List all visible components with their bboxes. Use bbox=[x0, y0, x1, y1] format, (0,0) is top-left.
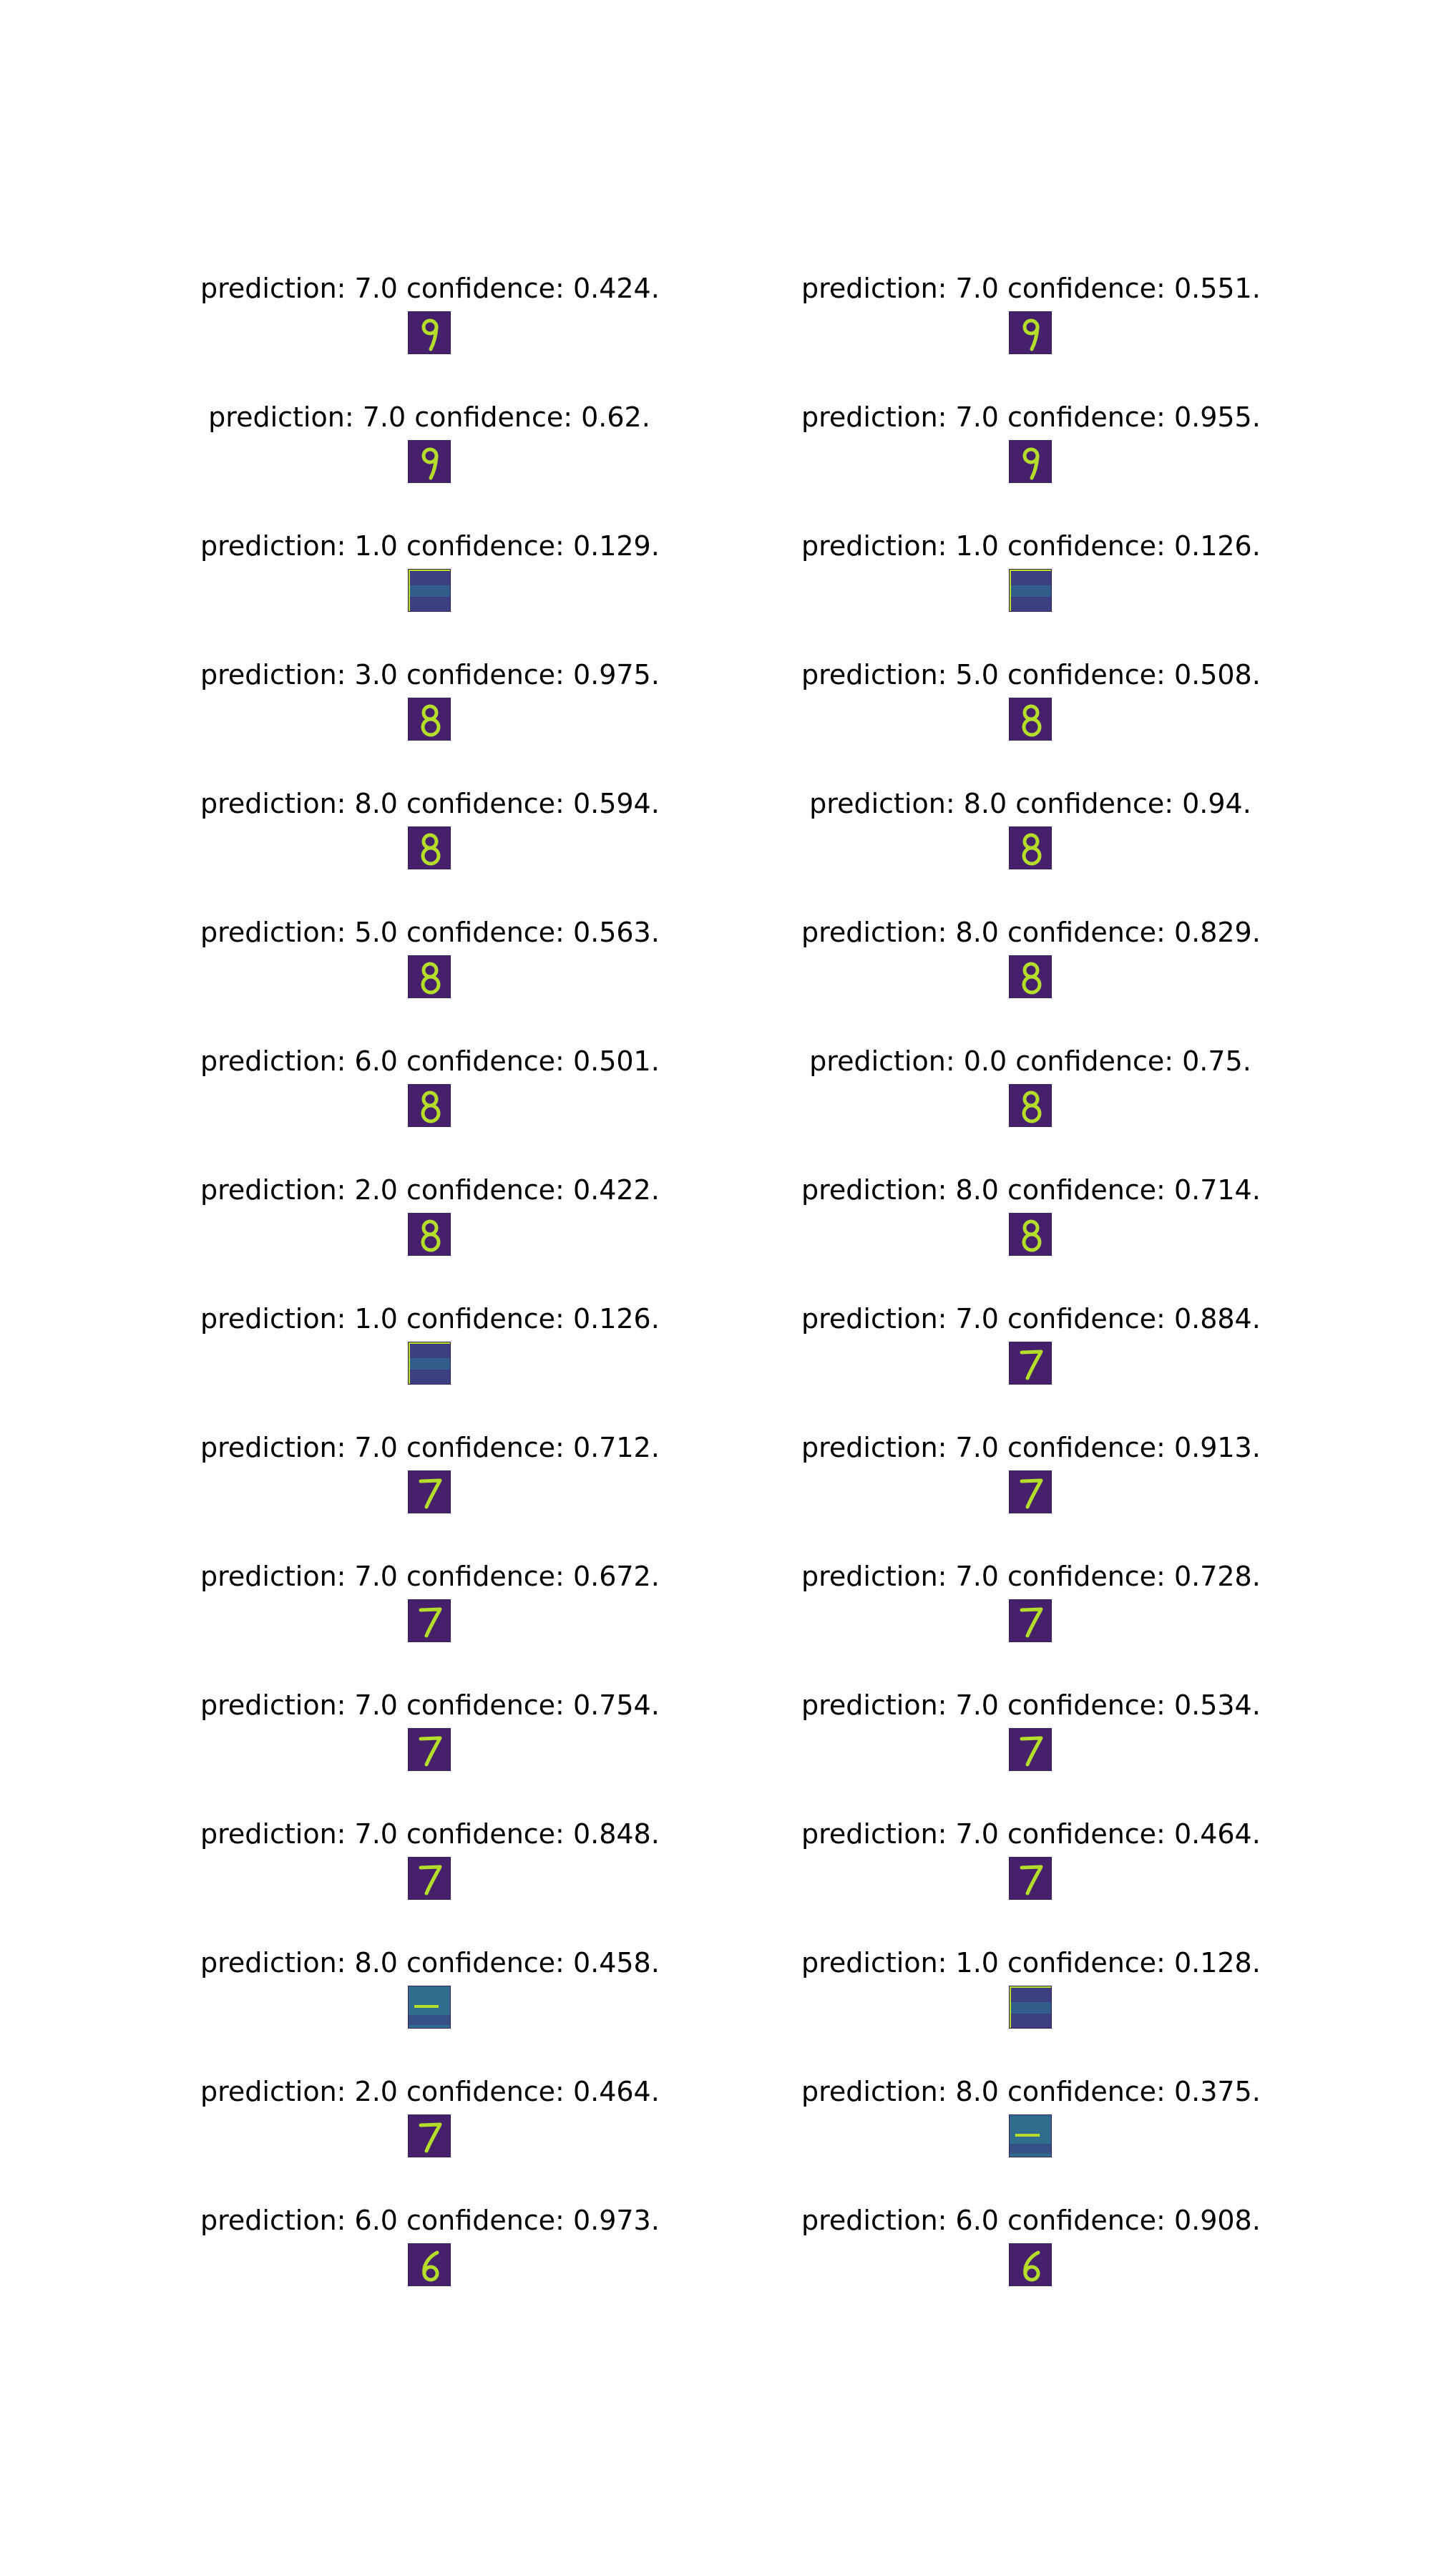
digit-image bbox=[1009, 1213, 1052, 1256]
digit-image bbox=[1009, 1599, 1052, 1642]
prediction-title: prediction: 7.0 confidence: 0.884. bbox=[801, 1303, 1261, 1335]
prediction-title: prediction: 8.0 confidence: 0.375. bbox=[801, 2076, 1261, 2107]
prediction-title: prediction: 8.0 confidence: 0.714. bbox=[801, 1174, 1261, 1206]
digit-image bbox=[1009, 698, 1052, 741]
prediction-panel: prediction: 1.0 confidence: 0.129. bbox=[200, 530, 660, 623]
prediction-panel: prediction: 3.0 confidence: 0.975. bbox=[200, 658, 660, 751]
digit-image bbox=[1009, 1342, 1052, 1385]
prediction-panel: prediction: 7.0 confidence: 0.728. bbox=[801, 1560, 1261, 1653]
prediction-panel: prediction: 7.0 confidence: 0.913. bbox=[801, 1431, 1261, 1524]
prediction-panel: prediction: 2.0 confidence: 0.464. bbox=[200, 2075, 660, 2168]
digit-image bbox=[408, 1599, 451, 1642]
prediction-title: prediction: 7.0 confidence: 0.754. bbox=[200, 1689, 660, 1721]
digit-image bbox=[408, 311, 451, 354]
digit-image bbox=[1009, 2243, 1052, 2286]
digit-image bbox=[408, 1857, 451, 1900]
digit-image bbox=[1009, 569, 1052, 612]
prediction-title: prediction: 7.0 confidence: 0.913. bbox=[801, 1432, 1261, 1463]
digit-image bbox=[408, 2243, 451, 2286]
prediction-title: prediction: 7.0 confidence: 0.848. bbox=[200, 1818, 660, 1850]
prediction-panel: prediction: 8.0 confidence: 0.458. bbox=[200, 1946, 660, 2039]
digit-image bbox=[1009, 1728, 1052, 1771]
digit-image bbox=[408, 826, 451, 869]
prediction-title: prediction: 5.0 confidence: 0.563. bbox=[200, 917, 660, 948]
digit-image bbox=[1009, 826, 1052, 869]
digit-image bbox=[1009, 311, 1052, 354]
prediction-panel: prediction: 8.0 confidence: 0.94. bbox=[801, 787, 1259, 880]
digit-image bbox=[408, 2114, 451, 2157]
prediction-title: prediction: 7.0 confidence: 0.464. bbox=[801, 1818, 1261, 1850]
prediction-panel: prediction: 8.0 confidence: 0.594. bbox=[200, 787, 660, 880]
prediction-title: prediction: 6.0 confidence: 0.501. bbox=[200, 1045, 660, 1077]
prediction-title: prediction: 6.0 confidence: 0.973. bbox=[200, 2205, 660, 2236]
prediction-panel: prediction: 7.0 confidence: 0.754. bbox=[200, 1689, 660, 1782]
prediction-panel: prediction: 2.0 confidence: 0.422. bbox=[200, 1174, 660, 1267]
prediction-panel: prediction: 8.0 confidence: 0.714. bbox=[801, 1174, 1261, 1267]
prediction-title: prediction: 7.0 confidence: 0.62. bbox=[208, 401, 650, 433]
prediction-panel: prediction: 1.0 confidence: 0.126. bbox=[200, 1302, 660, 1395]
prediction-panel: prediction: 7.0 confidence: 0.884. bbox=[801, 1302, 1261, 1395]
prediction-panel: prediction: 7.0 confidence: 0.62. bbox=[200, 401, 658, 494]
prediction-title: prediction: 7.0 confidence: 0.534. bbox=[801, 1689, 1261, 1721]
prediction-title: prediction: 7.0 confidence: 0.728. bbox=[801, 1561, 1261, 1592]
prediction-panel: prediction: 7.0 confidence: 0.955. bbox=[801, 401, 1261, 494]
digit-image bbox=[1009, 955, 1052, 998]
prediction-panel: prediction: 7.0 confidence: 0.424. bbox=[200, 272, 660, 365]
digit-image bbox=[1009, 1857, 1052, 1900]
prediction-title: prediction: 1.0 confidence: 0.129. bbox=[200, 530, 660, 562]
prediction-title: prediction: 1.0 confidence: 0.126. bbox=[801, 530, 1261, 562]
digit-image bbox=[408, 1728, 451, 1771]
digit-image bbox=[408, 569, 451, 612]
prediction-panel: prediction: 7.0 confidence: 0.551. bbox=[801, 272, 1261, 365]
prediction-panel: prediction: 6.0 confidence: 0.973. bbox=[200, 2204, 660, 2297]
prediction-title: prediction: 0.0 confidence: 0.75. bbox=[809, 1045, 1251, 1077]
digit-image bbox=[408, 955, 451, 998]
prediction-panel: prediction: 6.0 confidence: 0.908. bbox=[801, 2204, 1261, 2297]
digit-image bbox=[408, 1213, 451, 1256]
prediction-panel: prediction: 1.0 confidence: 0.128. bbox=[801, 1946, 1261, 2039]
prediction-panel: prediction: 8.0 confidence: 0.375. bbox=[801, 2075, 1261, 2168]
digit-image bbox=[408, 1342, 451, 1385]
prediction-title: prediction: 6.0 confidence: 0.908. bbox=[801, 2205, 1261, 2236]
prediction-panel: prediction: 7.0 confidence: 0.712. bbox=[200, 1431, 660, 1524]
prediction-title: prediction: 7.0 confidence: 0.424. bbox=[200, 273, 660, 304]
digit-image bbox=[408, 1084, 451, 1127]
prediction-panel: prediction: 1.0 confidence: 0.126. bbox=[801, 530, 1261, 623]
digit-image bbox=[1009, 440, 1052, 483]
prediction-title: prediction: 7.0 confidence: 0.672. bbox=[200, 1561, 660, 1592]
prediction-title: prediction: 1.0 confidence: 0.128. bbox=[801, 1947, 1261, 1979]
digit-image bbox=[408, 440, 451, 483]
prediction-panel: prediction: 6.0 confidence: 0.501. bbox=[200, 1045, 660, 1138]
prediction-title: prediction: 8.0 confidence: 0.94. bbox=[809, 788, 1251, 819]
prediction-panel: prediction: 0.0 confidence: 0.75. bbox=[801, 1045, 1259, 1138]
prediction-panel: prediction: 8.0 confidence: 0.829. bbox=[801, 916, 1261, 1009]
prediction-panel: prediction: 7.0 confidence: 0.848. bbox=[200, 1818, 660, 1911]
prediction-title: prediction: 7.0 confidence: 0.955. bbox=[801, 401, 1261, 433]
prediction-title: prediction: 7.0 confidence: 0.712. bbox=[200, 1432, 660, 1463]
digit-image bbox=[408, 698, 451, 741]
prediction-title: prediction: 5.0 confidence: 0.508. bbox=[801, 659, 1261, 691]
prediction-title: prediction: 7.0 confidence: 0.551. bbox=[801, 273, 1261, 304]
digit-image bbox=[408, 1470, 451, 1513]
prediction-title: prediction: 8.0 confidence: 0.594. bbox=[200, 788, 660, 819]
prediction-title: prediction: 2.0 confidence: 0.422. bbox=[200, 1174, 660, 1206]
prediction-panel: prediction: 7.0 confidence: 0.672. bbox=[200, 1560, 660, 1653]
figure-grid: prediction: 7.0 confidence: 0.424. predic… bbox=[0, 0, 1431, 2576]
prediction-panel: prediction: 7.0 confidence: 0.464. bbox=[801, 1818, 1261, 1911]
prediction-title: prediction: 1.0 confidence: 0.126. bbox=[200, 1303, 660, 1335]
prediction-title: prediction: 3.0 confidence: 0.975. bbox=[200, 659, 660, 691]
digit-image bbox=[1009, 1986, 1052, 2029]
prediction-title: prediction: 8.0 confidence: 0.829. bbox=[801, 917, 1261, 948]
prediction-title: prediction: 2.0 confidence: 0.464. bbox=[200, 2076, 660, 2107]
digit-image bbox=[408, 1986, 451, 2029]
digit-image bbox=[1009, 1084, 1052, 1127]
digit-image bbox=[1009, 2114, 1052, 2157]
prediction-panel: prediction: 7.0 confidence: 0.534. bbox=[801, 1689, 1261, 1782]
prediction-title: prediction: 8.0 confidence: 0.458. bbox=[200, 1947, 660, 1979]
digit-image bbox=[1009, 1470, 1052, 1513]
prediction-panel: prediction: 5.0 confidence: 0.563. bbox=[200, 916, 660, 1009]
prediction-panel: prediction: 5.0 confidence: 0.508. bbox=[801, 658, 1261, 751]
